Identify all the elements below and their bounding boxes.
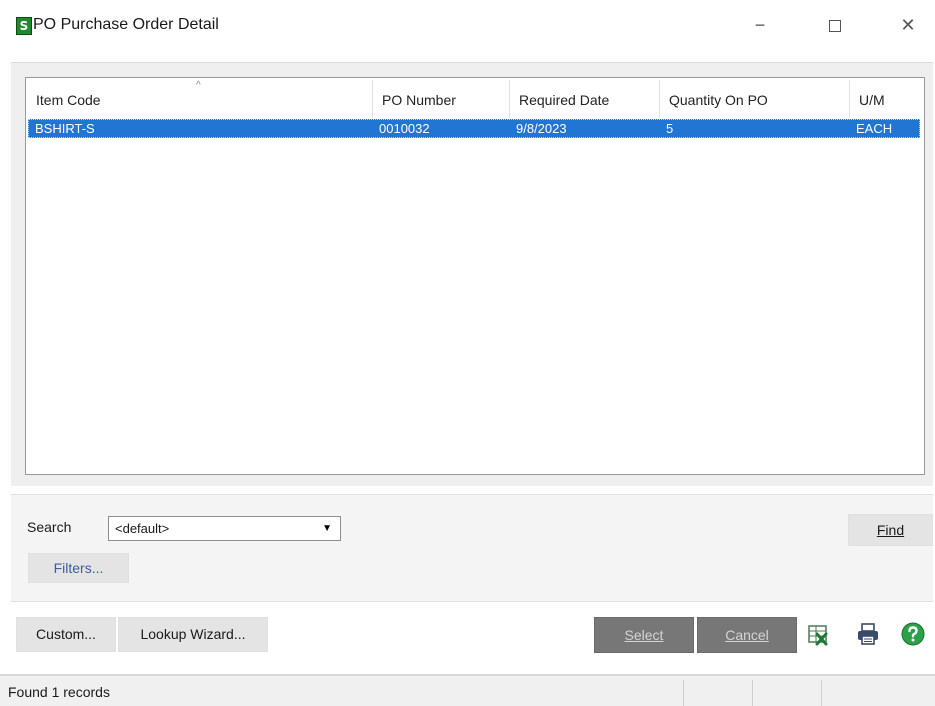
maximize-icon [829,20,841,33]
printer-icon[interactable] [855,621,881,647]
column-header-quantity-on-po[interactable]: Quantity On PO [659,78,849,118]
search-panel: Search <default> ▼ Find Filters... [11,494,933,602]
cell-quantity-on-po: 5 [666,121,674,136]
results-grid[interactable]: Item Code ^ PO Number Required Date Quan… [25,77,925,475]
title-bar: S PO Purchase Order Detail − ✕ [0,0,935,52]
cell-required-date: 9/8/2023 [516,121,567,136]
status-divider [683,680,684,706]
cell-um: EACH [856,121,893,136]
cell-item-code: BSHIRT-S [35,121,95,136]
grid-header: Item Code ^ PO Number Required Date Quan… [26,78,924,118]
search-selected-value: <default> [115,521,170,536]
search-select[interactable]: <default> ▼ [108,516,341,541]
filters-button[interactable]: Filters... [28,553,129,583]
status-text: Found 1 records [8,684,110,700]
find-button-label: Find [876,522,905,538]
close-button[interactable]: ✕ [888,10,928,40]
cancel-button[interactable]: Cancel [697,617,797,653]
excel-export-icon[interactable] [805,621,831,647]
column-header-required-date[interactable]: Required Date [509,78,659,118]
app-icon: S [16,17,32,35]
table-row[interactable]: BSHIRT-S 0010032 9/8/2023 5 EACH [28,119,920,138]
cell-po-number: 0010032 [379,121,430,136]
results-panel: Item Code ^ PO Number Required Date Quan… [11,62,933,486]
dropdown-arrow-icon[interactable]: ▼ [322,517,332,540]
search-label: Search [27,519,72,535]
maximize-button[interactable] [815,10,855,40]
select-button-label: Select [624,627,664,643]
status-divider [752,680,753,706]
status-divider [821,680,822,706]
custom-button[interactable]: Custom... [16,617,116,652]
select-button[interactable]: Select [594,617,694,653]
cancel-button-label: Cancel [725,627,769,643]
lookup-wizard-button[interactable]: Lookup Wizard... [118,617,268,652]
minimize-button[interactable]: − [740,10,780,40]
window-title: PO Purchase Order Detail [33,16,219,33]
column-header-po-number[interactable]: PO Number [372,78,509,118]
help-icon[interactable] [900,621,926,647]
find-button[interactable]: Find [848,514,933,546]
sort-ascending-icon: ^ [196,80,201,91]
status-bar: Found 1 records [0,674,935,706]
column-header-um[interactable]: U/M [849,78,924,118]
